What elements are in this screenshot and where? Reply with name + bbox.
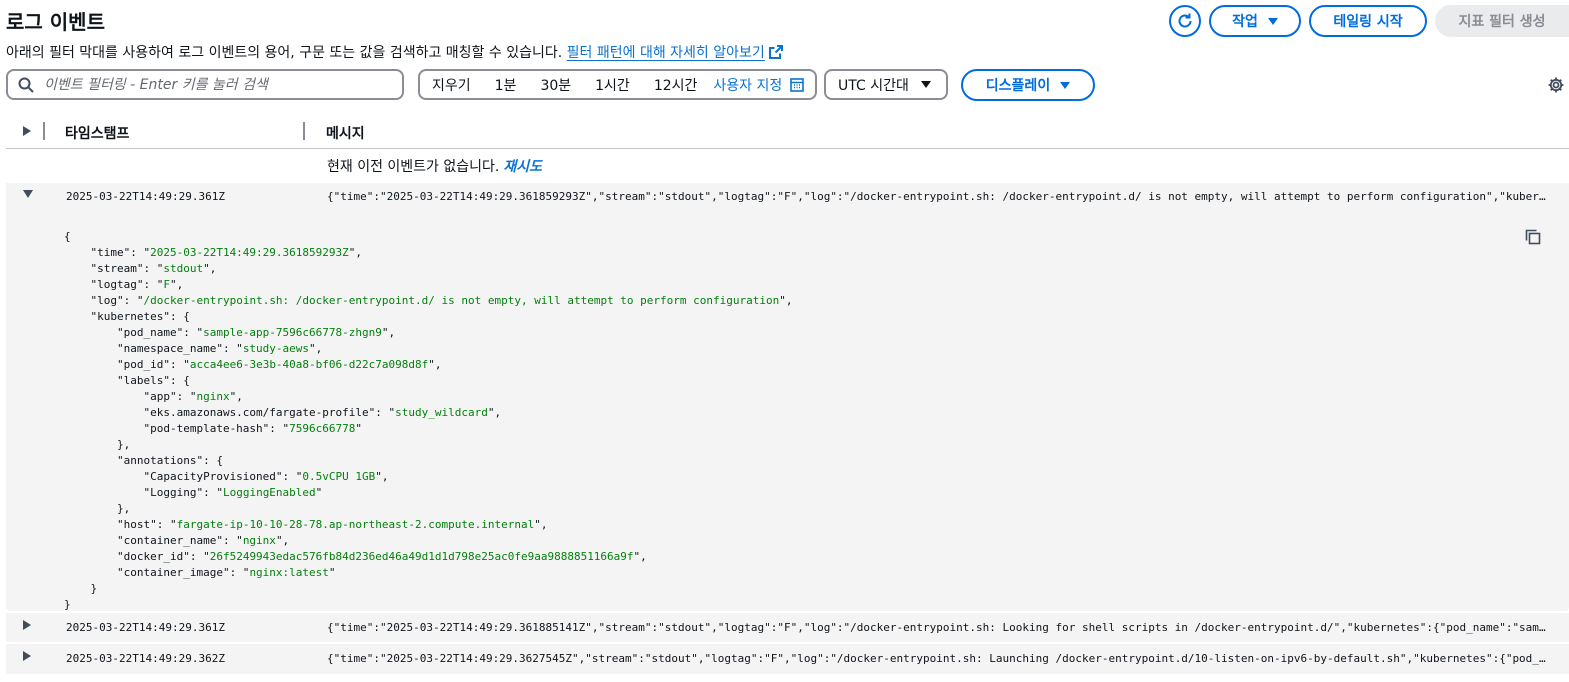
caret-down-icon [920, 81, 931, 88]
custom-range-button[interactable]: 사용자 지정 [713, 75, 782, 95]
range-12h[interactable]: 12시간 [654, 75, 698, 95]
create-metric-filter-button[interactable]: 지표 필터 생성 [1435, 5, 1569, 37]
event-message: {"time":"2025-03-22T14:49:29.361885141Z"… [327, 621, 1547, 634]
event-timestamp: 2025-03-22T14:49:29.361Z [66, 621, 225, 634]
actions-label: 작업 [1232, 14, 1258, 30]
caret-down-icon [1267, 17, 1278, 25]
learn-more-link[interactable]: 필터 패턴에 대해 자세히 알아보기 [567, 45, 765, 61]
event-message: {"time":"2025-03-22T14:49:29.361859293Z"… [327, 190, 1547, 203]
collapse-row-icon[interactable] [22, 189, 34, 199]
column-header-message[interactable]: 메시지 [326, 123, 365, 143]
expand-row-icon[interactable] [22, 650, 32, 662]
timezone-select[interactable]: UTC 시간대 [824, 69, 948, 100]
event-timestamp: 2025-03-22T14:49:29.362Z [66, 652, 225, 665]
caret-down-icon [1060, 81, 1071, 89]
display-label: 디스플레이 [985, 78, 1051, 94]
copy-icon[interactable] [1525, 229, 1541, 245]
search-input[interactable] [44, 76, 384, 93]
column-divider[interactable] [43, 122, 45, 140]
table-row-expanded[interactable]: 2025-03-22T14:49:29.361Z {"time":"2025-0… [6, 183, 1569, 611]
table-row[interactable]: 2025-03-22T14:49:29.361Z {"time":"2025-0… [6, 613, 1569, 642]
search-field[interactable] [6, 69, 404, 100]
calendar-icon[interactable] [790, 77, 805, 92]
event-message: {"time":"2025-03-22T14:49:29.3627545Z","… [327, 652, 1547, 665]
column-divider[interactable] [303, 122, 305, 140]
start-tailing-button[interactable]: 테일링 시작 [1309, 5, 1427, 37]
range-1m[interactable]: 1분 [495, 75, 517, 95]
display-dropdown-button[interactable]: 디스플레이 [961, 69, 1095, 101]
actions-dropdown-button[interactable]: 작업 [1209, 5, 1301, 37]
expand-row-icon[interactable] [22, 619, 32, 631]
table-row[interactable]: 2025-03-22T14:49:29.362Z {"time":"2025-0… [6, 644, 1569, 674]
expand-all-icon[interactable] [22, 125, 32, 137]
range-30m[interactable]: 30분 [540, 75, 571, 95]
search-icon [18, 77, 34, 93]
description-text: 아래의 필터 막대를 사용하여 로그 이벤트의 용어, 구문 또는 값을 검색하… [6, 45, 563, 61]
clear-time-button[interactable]: 지우기 [432, 75, 471, 95]
no-previous-text: 현재 이전 이벤트가 없습니다. [327, 159, 500, 175]
event-timestamp: 2025-03-22T14:49:29.361Z [66, 190, 225, 203]
timezone-label: UTC 시간대 [838, 77, 909, 94]
page-description: 아래의 필터 막대를 사용하여 로그 이벤트의 용어, 구문 또는 값을 검색하… [6, 42, 783, 62]
time-range-selector: 지우기 1분 30분 1시간 12시간 사용자 지정 [418, 69, 817, 100]
no-previous-events: 현재 이전 이벤트가 없습니다. 재시도 [327, 156, 542, 176]
refresh-icon [1178, 13, 1192, 28]
external-link-icon[interactable] [768, 45, 783, 59]
table-header: 타임스탬프 메시지 [6, 116, 1569, 149]
refresh-button[interactable] [1169, 5, 1201, 37]
range-1h[interactable]: 1시간 [595, 75, 630, 95]
settings-gear-icon[interactable] [1547, 76, 1565, 94]
page-title: 로그 이벤트 [6, 10, 105, 34]
header-actions: 작업 테일링 시작 지표 필터 생성 [1169, 5, 1569, 37]
event-json-detail: { "time": "2025-03-22T14:49:29.361859293… [64, 230, 793, 611]
column-header-timestamp[interactable]: 타임스탬프 [65, 123, 129, 143]
retry-link[interactable]: 재시도 [503, 159, 542, 175]
